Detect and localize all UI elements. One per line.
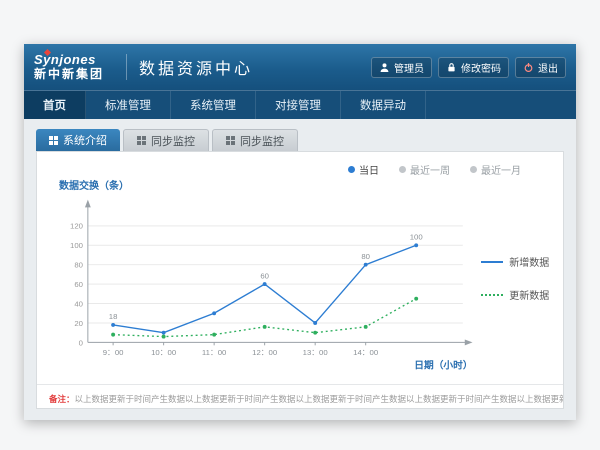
change-password-button[interactable]: 修改密码: [438, 57, 509, 78]
grid-icon: [49, 136, 58, 145]
green-dotted-sample-icon: [481, 294, 503, 296]
nav-item-home[interactable]: 首页: [24, 91, 86, 119]
svg-text:10：00: 10：00: [151, 348, 177, 357]
user-icon: [379, 62, 390, 73]
time-filter-group: 当日 最近一周 最近一月: [37, 152, 563, 177]
svg-text:20: 20: [74, 319, 83, 328]
main-nav: 首页 标准管理 系统管理 对接管理 数据异动: [24, 90, 576, 119]
filter-dot-icon: [399, 166, 406, 173]
content-area: 系统介绍 同步监控 同步监控 当日: [24, 119, 576, 419]
svg-text:12：00: 12：00: [252, 348, 278, 357]
svg-text:40: 40: [74, 299, 83, 308]
page-title: 数据资源中心: [139, 55, 253, 79]
power-icon: [523, 62, 534, 73]
filter-dot-icon: [470, 166, 477, 173]
app-window: Synjones 新中新集团 数据资源中心 管理员 修改密码 退出: [24, 44, 576, 420]
svg-text:日期（小时）: 日期（小时）: [414, 359, 472, 372]
change-password-label: 修改密码: [461, 60, 501, 75]
data-exchange-line-chart: 0 20 40 60 80 100 120 9：00 10：00 11：00 12：00 13：00 1…: [49, 192, 481, 384]
tab-system-intro[interactable]: 系统介绍: [36, 129, 120, 151]
logo-text: Synjones: [34, 53, 104, 68]
y-axis-label: 数据交换（条）: [59, 177, 563, 192]
svg-text:11：00: 11：00: [202, 348, 227, 357]
svg-text:80: 80: [74, 261, 83, 270]
header-divider: [126, 54, 127, 80]
svg-text:14：00: 14：00: [353, 348, 379, 357]
tab-bar: 系统介绍 同步监控 同步监控: [36, 129, 564, 151]
logout-button[interactable]: 退出: [515, 57, 566, 78]
svg-text:80: 80: [361, 252, 370, 261]
svg-text:100: 100: [70, 241, 84, 250]
filter-today-label: 当日: [359, 162, 379, 177]
filter-today[interactable]: 当日: [348, 162, 379, 177]
filter-last-week-label: 最近一周: [410, 162, 450, 177]
nav-item-data-change[interactable]: 数据异动: [341, 91, 426, 119]
tab-sync-monitor-1[interactable]: 同步监控: [123, 129, 209, 151]
svg-text:0: 0: [79, 338, 84, 347]
tab-sync-monitor-1-label: 同步监控: [151, 133, 195, 149]
svg-text:13：00: 13：00: [303, 348, 329, 357]
svg-text:9：00: 9：00: [103, 348, 124, 357]
svg-text:60: 60: [260, 271, 269, 280]
filter-last-month[interactable]: 最近一月: [470, 162, 521, 177]
svg-text:100: 100: [410, 232, 424, 241]
nav-item-system-mgmt[interactable]: 系统管理: [171, 91, 256, 119]
remark-label: 备注：: [49, 394, 75, 404]
filter-last-month-label: 最近一月: [481, 162, 521, 177]
blue-line-sample-icon: [481, 261, 503, 263]
grid-icon: [226, 136, 235, 145]
chart-card: 当日 最近一周 最近一月 数据交换（条） 0 20 40 60 80 100 120 9：00…: [36, 151, 564, 409]
logo-subtext: 新中新集团: [34, 68, 104, 82]
legend-new-data-label: 新增数据: [509, 254, 549, 269]
svg-text:120: 120: [70, 222, 84, 231]
legend-item-new-data[interactable]: 新增数据: [481, 254, 559, 269]
admin-user-label: 管理员: [394, 60, 424, 75]
grid-icon: [137, 136, 146, 145]
tab-sync-monitor-2[interactable]: 同步监控: [212, 129, 298, 151]
svg-text:18: 18: [109, 312, 118, 321]
legend-item-updated-data[interactable]: 更新数据: [481, 287, 559, 302]
legend-updated-data-label: 更新数据: [509, 287, 549, 302]
logout-label: 退出: [538, 60, 558, 75]
filter-last-week[interactable]: 最近一周: [399, 162, 450, 177]
tab-system-intro-label: 系统介绍: [63, 132, 107, 148]
nav-item-docking-mgmt[interactable]: 对接管理: [256, 91, 341, 119]
filter-dot-icon: [348, 166, 355, 173]
tab-sync-monitor-2-label: 同步监控: [240, 133, 284, 149]
remark-text: 以上数据更新于时间产生数据以上数据更新于时间产生数据以上数据更新于时间产生数据以…: [75, 394, 563, 404]
chart-area: 0 20 40 60 80 100 120 9：00 10：00 11：00 12：00 13：00 1…: [37, 192, 563, 384]
lock-icon: [446, 62, 457, 73]
remark-note: 备注：以上数据更新于时间产生数据以上数据更新于时间产生数据以上数据更新于时间产生…: [37, 384, 563, 408]
nav-item-standard-mgmt[interactable]: 标准管理: [86, 91, 171, 119]
svg-text:60: 60: [74, 280, 83, 289]
logo: Synjones 新中新集团: [34, 53, 104, 82]
admin-user-button[interactable]: 管理员: [371, 57, 432, 78]
series-legend: 新增数据 更新数据: [481, 192, 559, 302]
app-header: Synjones 新中新集团 数据资源中心 管理员 修改密码 退出: [24, 44, 576, 90]
